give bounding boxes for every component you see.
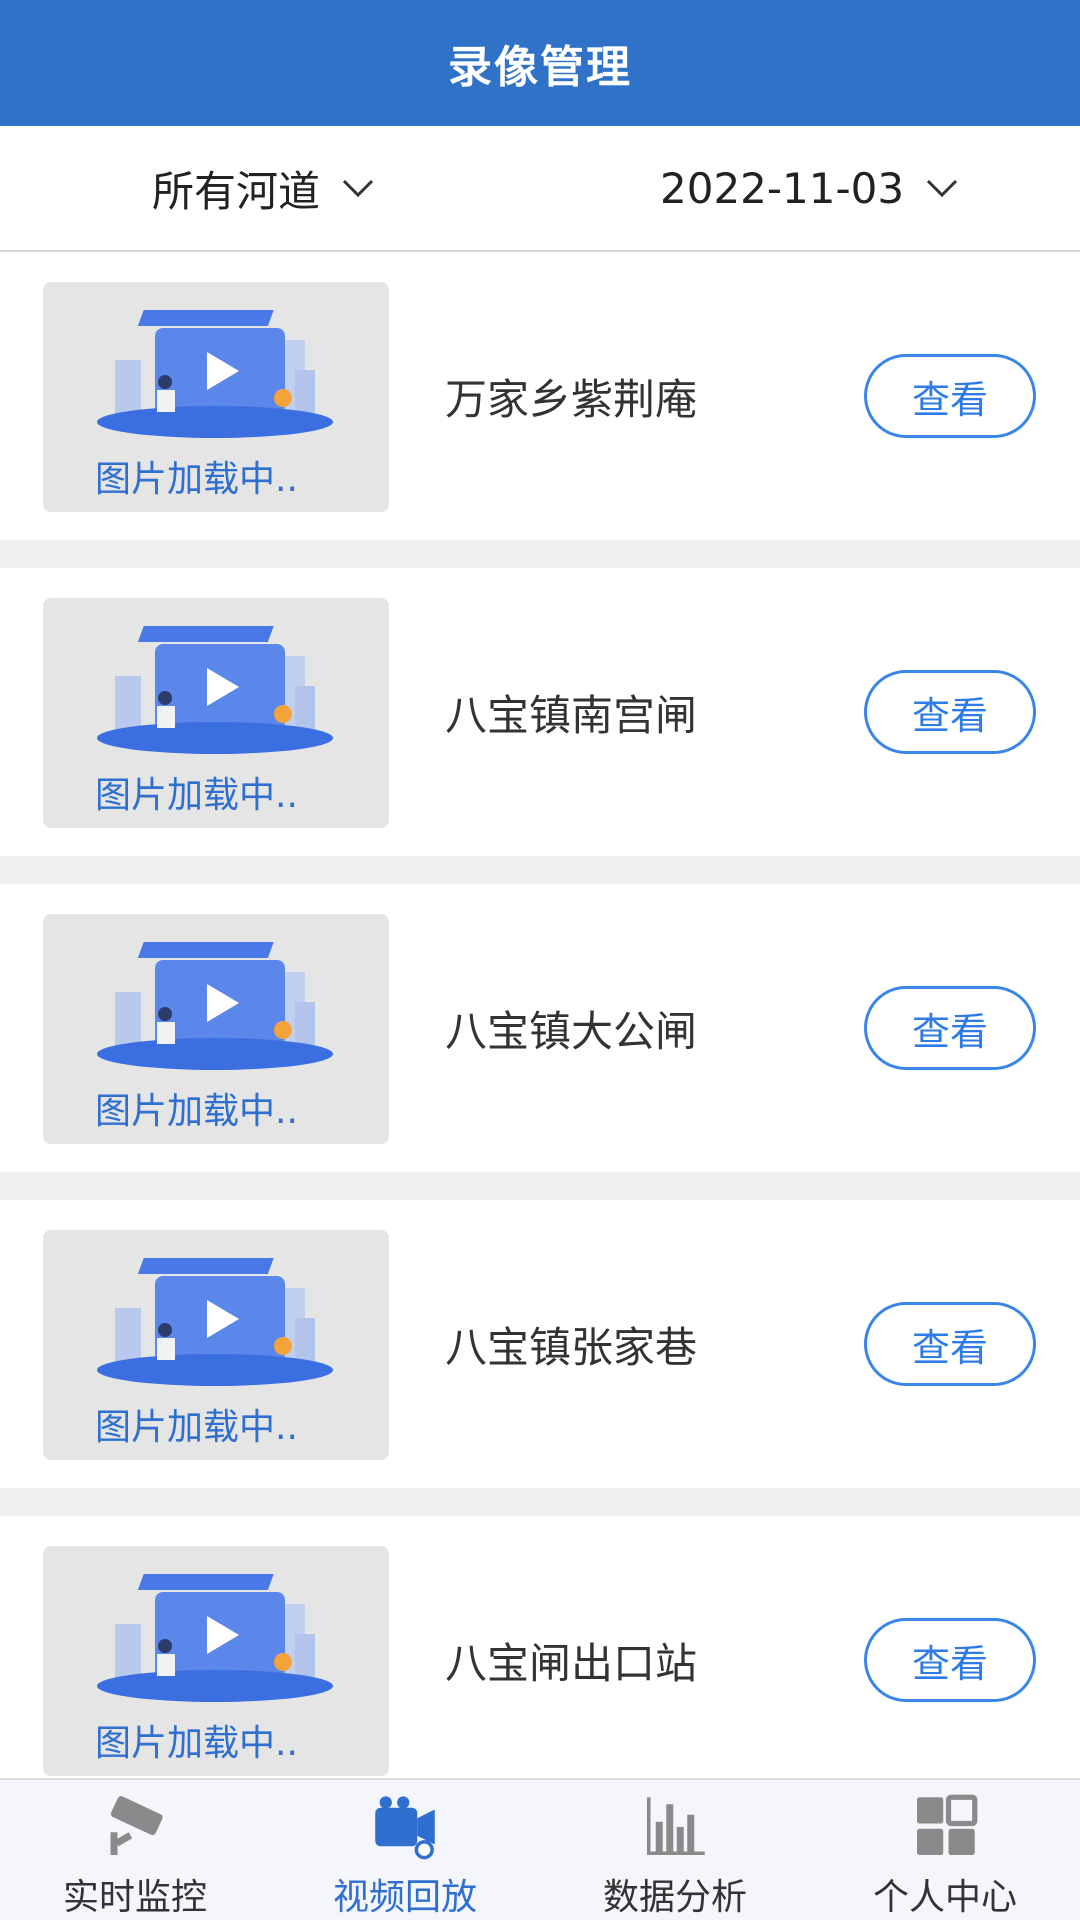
filter-bar: 所有河道 2022-11-03 <box>0 126 1080 252</box>
video-placeholder-icon <box>97 310 333 438</box>
tab-personal-center[interactable]: 个人中心 <box>810 1780 1080 1920</box>
loading-text: 图片加载中.. <box>95 1091 298 1132</box>
grid-user-icon <box>917 1794 978 1855</box>
site-name: 万家乡紫荆庵 <box>445 374 698 424</box>
video-placeholder-icon <box>97 626 333 754</box>
tab-label: 数据分析 <box>602 1877 747 1918</box>
list-item: 图片加载中.. 八宝镇张家巷 查看 <box>0 1200 1080 1488</box>
date-filter-label: 2022-11-03 <box>660 163 905 213</box>
site-name: 八宝镇张家巷 <box>445 1322 698 1372</box>
list-item: 图片加载中.. 八宝闸出口站 查看 <box>0 1516 1080 1778</box>
loading-text: 图片加载中.. <box>95 459 298 500</box>
page-title: 录像管理 <box>448 42 632 93</box>
site-name: 八宝镇南宫闸 <box>445 690 698 740</box>
river-filter-dropdown[interactable]: 所有河道 <box>152 126 378 250</box>
list-item: 图片加载中.. 八宝镇南宫闸 查看 <box>0 568 1080 856</box>
tab-video-playback[interactable]: 视频回放 <box>270 1780 540 1920</box>
site-name: 八宝镇大公闸 <box>445 1006 698 1056</box>
tab-label: 实时监控 <box>62 1877 207 1918</box>
view-button[interactable]: 查看 <box>864 1618 1036 1702</box>
view-button[interactable]: 查看 <box>864 670 1036 754</box>
video-playback-icon <box>375 1796 435 1860</box>
video-thumbnail[interactable]: 图片加载中.. <box>43 1546 389 1776</box>
view-button[interactable]: 查看 <box>864 986 1036 1070</box>
chevron-down-icon <box>342 179 374 198</box>
video-placeholder-icon <box>97 942 333 1070</box>
view-button[interactable]: 查看 <box>864 1302 1036 1386</box>
tab-live-monitor[interactable]: 实时监控 <box>0 1780 270 1920</box>
tab-data-analysis[interactable]: 数据分析 <box>540 1780 810 1920</box>
date-filter-dropdown[interactable]: 2022-11-03 <box>660 126 962 250</box>
view-button[interactable]: 查看 <box>864 354 1036 438</box>
video-placeholder-icon <box>97 1574 333 1702</box>
river-filter-label: 所有河道 <box>152 166 321 216</box>
video-placeholder-icon <box>97 1258 333 1386</box>
tab-label: 视频回放 <box>332 1877 477 1918</box>
recording-list: 图片加载中.. 万家乡紫荆庵 查看 图片加载中.. 八宝镇南宫闸 查看 图片加载… <box>0 252 1080 1778</box>
site-name: 八宝闸出口站 <box>445 1638 698 1688</box>
list-item: 图片加载中.. 万家乡紫荆庵 查看 <box>0 252 1080 540</box>
cctv-camera-icon <box>110 1796 163 1855</box>
tab-label: 个人中心 <box>872 1877 1017 1918</box>
app-header: 录像管理 <box>0 0 1080 126</box>
chevron-down-icon <box>927 179 958 198</box>
loading-text: 图片加载中.. <box>95 1723 298 1764</box>
bottom-tab-bar: 实时监控 视频回放 数据分析 个人中心 <box>0 1778 1080 1920</box>
loading-text: 图片加载中.. <box>95 775 298 816</box>
video-thumbnail[interactable]: 图片加载中.. <box>43 598 389 828</box>
loading-text: 图片加载中.. <box>95 1407 298 1448</box>
video-thumbnail[interactable]: 图片加载中.. <box>43 914 389 1144</box>
bar-chart-icon <box>647 1797 705 1855</box>
video-thumbnail[interactable]: 图片加载中.. <box>43 1230 389 1460</box>
list-item: 图片加载中.. 八宝镇大公闸 查看 <box>0 884 1080 1172</box>
video-thumbnail[interactable]: 图片加载中.. <box>43 282 389 512</box>
